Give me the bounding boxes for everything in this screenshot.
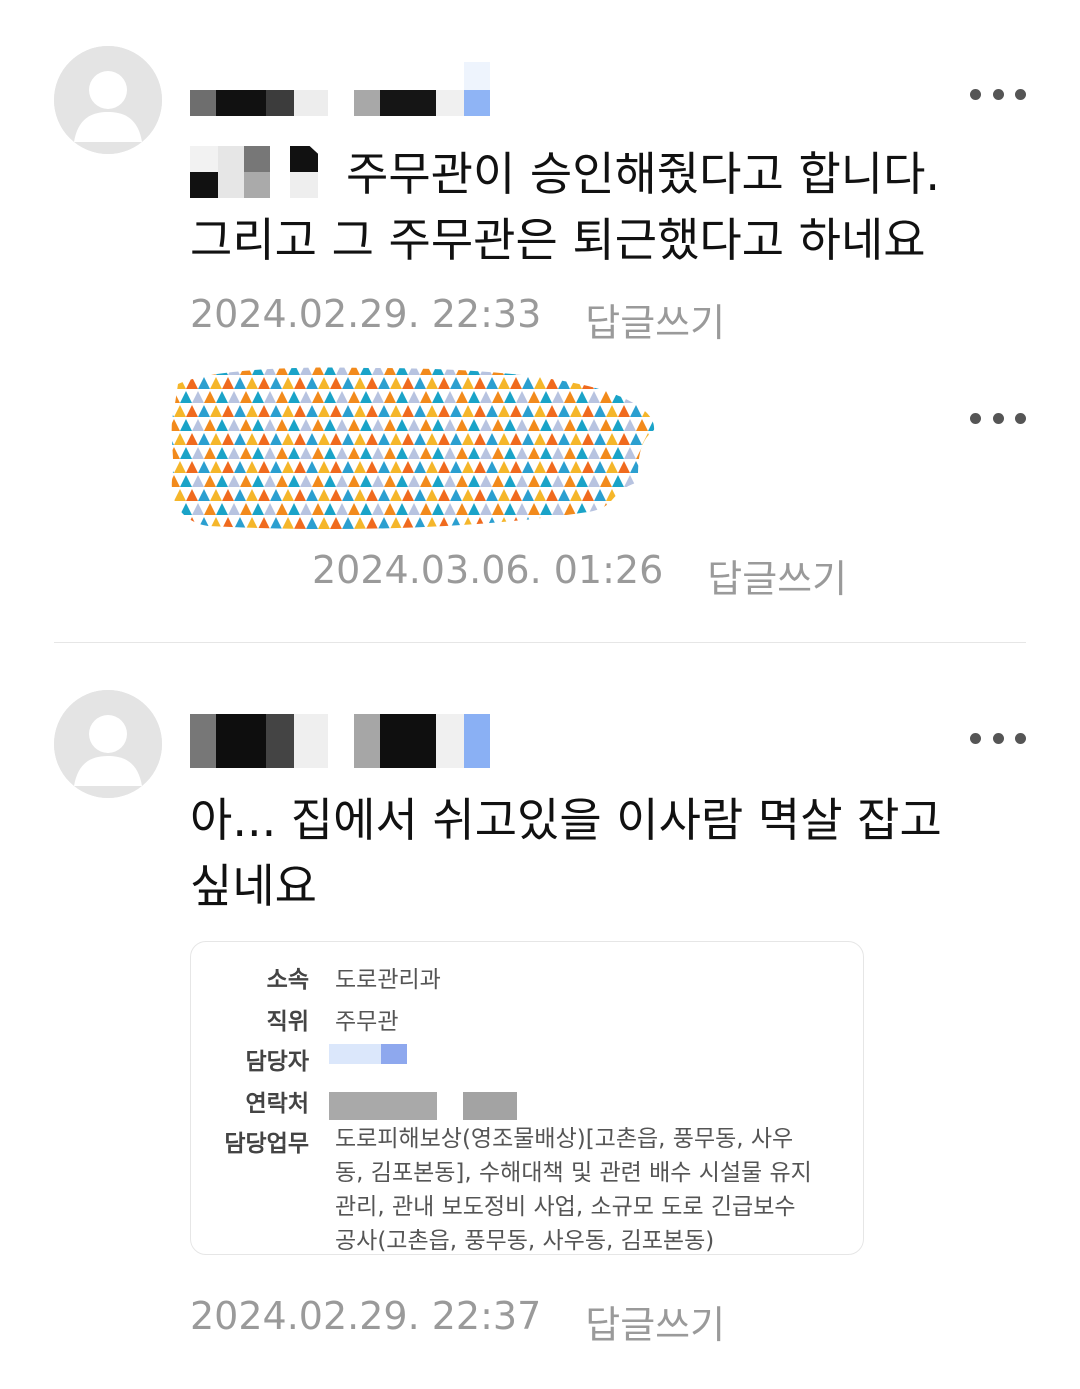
info-value: 주무관 xyxy=(335,1009,399,1035)
timestamp: 2024.02.29. 22:37 xyxy=(190,1294,542,1338)
redacted-name xyxy=(329,1044,381,1064)
redacted-username-part xyxy=(354,90,490,116)
more-horizontal-icon xyxy=(970,732,981,744)
redacted-content xyxy=(171,367,655,530)
redaction-fragment xyxy=(464,62,490,90)
info-label: 담당업무 xyxy=(224,1131,309,1157)
duty-line: 동, 김포본동], 수해대책 및 관련 배수 시설물 유지 xyxy=(335,1160,812,1186)
redacted-phone xyxy=(329,1092,437,1120)
redacted-phone xyxy=(463,1092,517,1120)
avatar[interactable] xyxy=(54,46,162,154)
redacted-mention xyxy=(190,146,328,198)
comment-text: 주무관이 승인해줬다고 합니다. xyxy=(346,147,941,201)
more-horizontal-icon xyxy=(970,88,981,100)
more-options-button[interactable] xyxy=(970,84,1026,104)
reply-button[interactable]: 답글쓰기 xyxy=(585,1294,725,1349)
avatar[interactable] xyxy=(54,690,162,798)
default-profile-icon xyxy=(54,46,162,154)
redacted-username xyxy=(190,90,328,116)
duty-line: 관리, 관내 보도정비 사업, 소규모 도로 긴급보수 xyxy=(335,1194,796,1220)
info-value: 도로관리과 xyxy=(335,967,441,993)
info-label: 담당자 xyxy=(245,1049,309,1075)
reply-button[interactable]: 답글쓰기 xyxy=(585,292,725,347)
info-label: 연락처 xyxy=(245,1091,309,1117)
timestamp: 2024.02.29. 22:33 xyxy=(190,292,542,336)
timestamp: 2024.03.06. 01:26 xyxy=(312,548,664,592)
more-options-button[interactable] xyxy=(970,408,1026,428)
comment-text: 아... 집에서 쉬고있을 이사람 멱살 잡고 xyxy=(190,793,942,847)
info-label: 직위 xyxy=(266,1009,309,1035)
duty-description: 도로피해보상(영조물배상)[고촌읍, 풍무동, 사우 동, 김포본동], 수해대… xyxy=(335,1122,835,1254)
comment-text: 그리고 그 주무관은 퇴근했다고 하네요 xyxy=(190,213,926,267)
info-label: 소속 xyxy=(266,967,309,993)
default-profile-icon xyxy=(54,690,162,798)
comment-meta: 2024.03.06. 01:26 답글쓰기 xyxy=(312,548,847,603)
more-options-button[interactable] xyxy=(970,728,1026,748)
duty-line: 도로피해보상(영조물배상)[고촌읍, 풍무동, 사우 xyxy=(335,1126,794,1152)
comment-text: 싶네요 xyxy=(190,859,317,913)
attached-image-card[interactable]: 소속 도로관리과 직위 주무관 담당자 연락처 담당업무 도로피해보상(영조물배… xyxy=(190,941,864,1255)
more-horizontal-icon xyxy=(970,412,981,424)
comment-meta: 2024.02.29. 22:37 답글쓰기 xyxy=(190,1294,725,1349)
reply-button[interactable]: 답글쓰기 xyxy=(707,548,847,603)
duty-line: 공사(고촌읍, 풍무동, 사우동, 김포본동) xyxy=(335,1228,715,1254)
redacted-username xyxy=(190,714,328,768)
redacted-username-part xyxy=(354,714,490,768)
comment-meta: 2024.02.29. 22:33 답글쓰기 xyxy=(190,292,725,347)
redacted-name xyxy=(381,1044,407,1064)
comment-divider xyxy=(54,642,1026,643)
